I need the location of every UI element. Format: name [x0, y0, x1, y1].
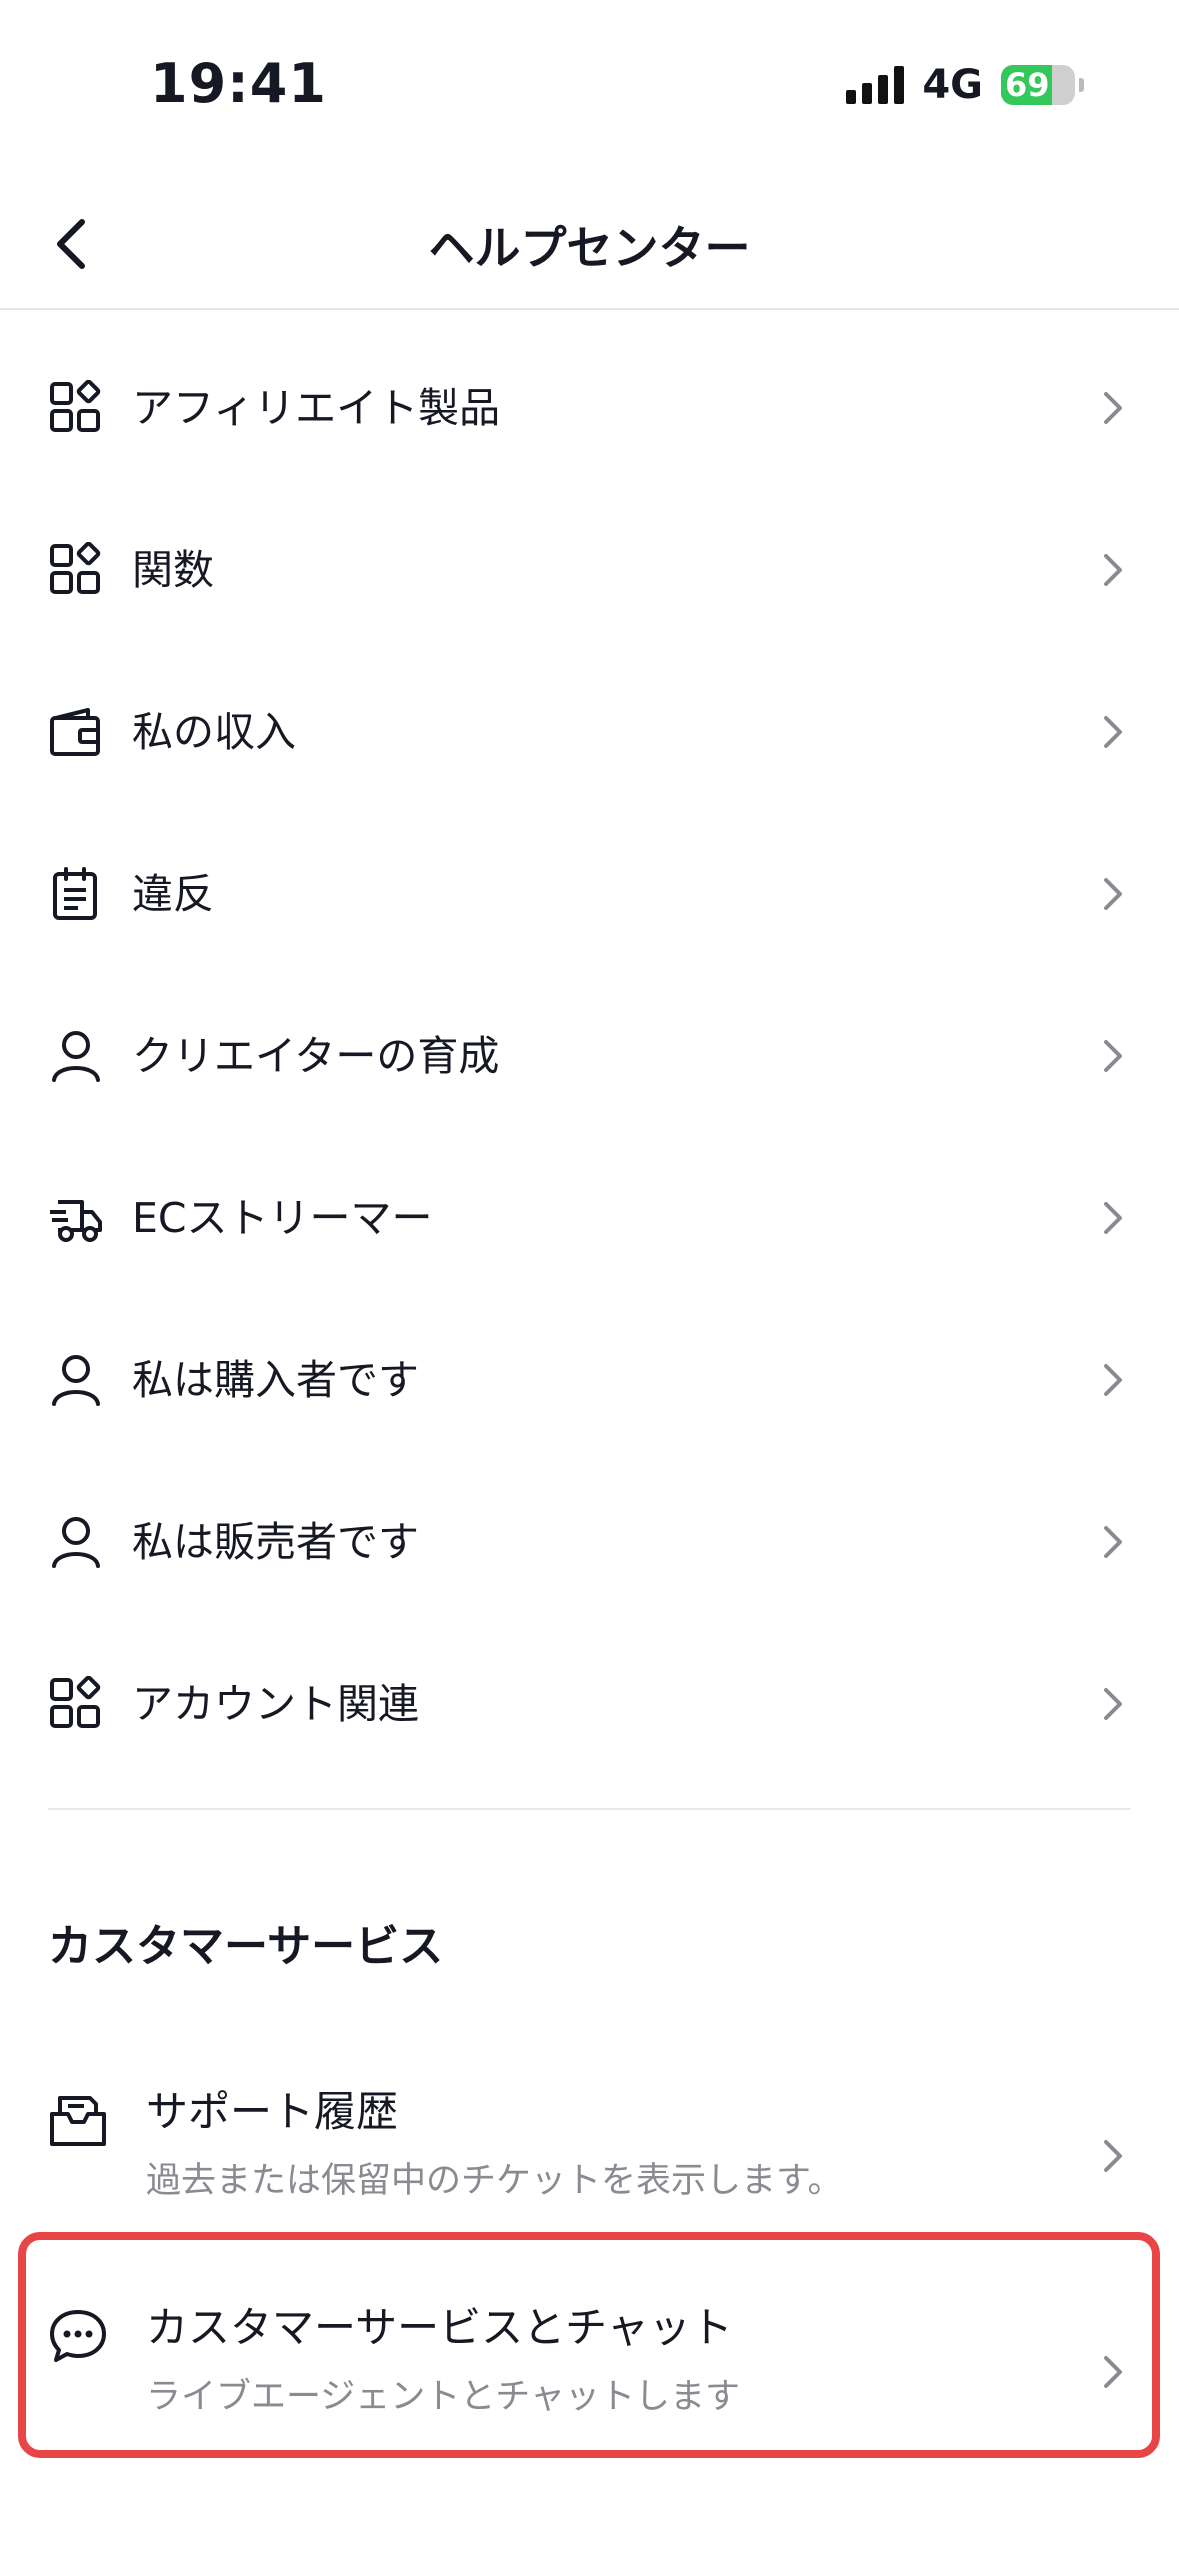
menu-item-label: 関数 [132, 546, 214, 594]
menu-item-affiliate-products[interactable]: アフィリエイト製品 [0, 328, 1179, 490]
wallet-icon [50, 708, 100, 756]
battery-level: 69 [1005, 66, 1050, 104]
menu-item-label: ECストリーマー [132, 1194, 433, 1242]
support-history-label: サポート履歴 [146, 2087, 399, 2136]
battery-cap [1079, 78, 1084, 92]
menu-item-i-am-seller[interactable]: 私は販売者です [0, 1462, 1179, 1624]
menu-item-label: 私は購入者です [132, 1356, 419, 1404]
navigation-header: ヘルプセンター [0, 190, 1179, 310]
customer-service-heading: カスタマーサービス [48, 1921, 444, 1972]
menu-item-creator-growth[interactable]: クリエイターの育成 [0, 976, 1179, 1138]
status-indicators: 4G 69 [846, 62, 1084, 108]
network-type: 4G [922, 62, 983, 108]
chevron-right-icon [1104, 554, 1122, 586]
chevron-right-icon [1104, 878, 1122, 910]
chevron-right-icon [1104, 1364, 1122, 1396]
chevron-right-icon [1104, 716, 1122, 748]
chevron-right-icon [1104, 1202, 1122, 1234]
menu-item-account-related[interactable]: アカウント関連 [0, 1624, 1179, 1786]
apps-icon [50, 1676, 101, 1728]
highlight-outline [18, 2232, 1160, 2458]
signal-icon [846, 66, 905, 104]
menu-item-label: アカウント関連 [132, 1680, 419, 1728]
chevron-right-icon [1104, 1526, 1122, 1558]
apps-icon [50, 542, 101, 594]
chevron-right-icon [1104, 1040, 1122, 1072]
menu-item-label: 私は販売者です [132, 1518, 419, 1566]
chevron-right-icon [1104, 1688, 1122, 1720]
support-history-item[interactable]: サポート履歴 過去または保留中のチケットを表示します。 [0, 2056, 1179, 2256]
menu-item-label: 私の収入 [132, 708, 296, 756]
inbox-icon [50, 2096, 106, 2146]
status-time: 19:41 [150, 52, 327, 115]
menu-item-functions[interactable]: 関数 [0, 490, 1179, 652]
chevron-right-icon [1104, 392, 1122, 424]
page-title: ヘルプセンター [428, 221, 751, 275]
delivery-truck-icon [50, 1200, 102, 1242]
chevron-right-icon [1104, 2140, 1122, 2172]
support-history-description: 過去または保留中のチケットを表示します。 [146, 2161, 843, 2201]
clipboard-icon [53, 867, 97, 920]
apps-icon [50, 380, 101, 432]
section-divider [48, 1808, 1131, 1810]
person-icon [52, 1031, 100, 1082]
menu-item-i-am-buyer[interactable]: 私は購入者です [0, 1300, 1179, 1462]
person-icon [52, 1517, 100, 1568]
menu-item-label: アフィリエイト製品 [132, 384, 501, 432]
menu-item-label: 違反 [132, 870, 214, 918]
battery-icon: 69 [1001, 65, 1075, 105]
person-icon [52, 1355, 100, 1406]
menu-item-label: クリエイターの育成 [132, 1032, 500, 1080]
menu-item-violations[interactable]: 違反 [0, 814, 1179, 976]
menu-item-my-income[interactable]: 私の収入 [0, 652, 1179, 814]
menu-item-ec-streamer[interactable]: ECストリーマー [0, 1138, 1179, 1300]
help-topics-list: アフィリエイト製品 関数 私の収入 違反 クリエイターの育成 ECストリーマー … [0, 328, 1179, 1786]
